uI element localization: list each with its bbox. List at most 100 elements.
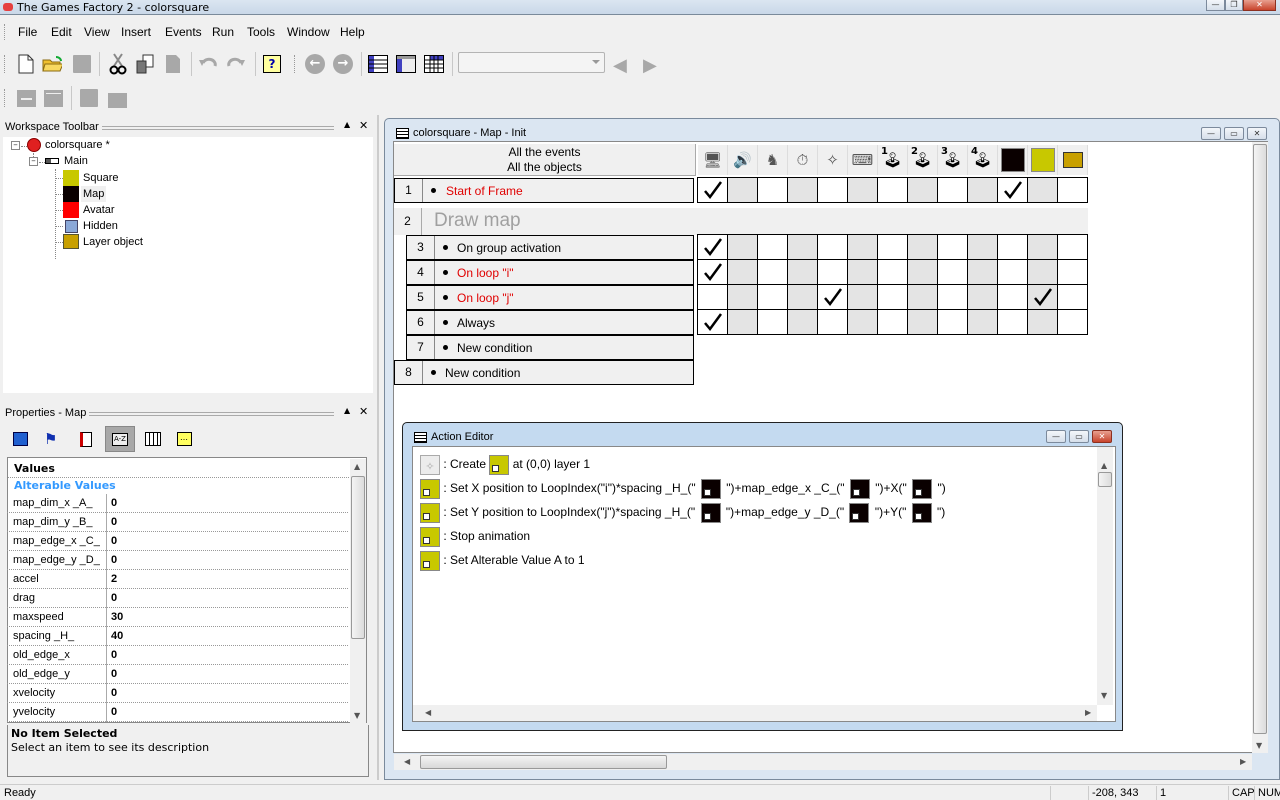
event-grid-cell[interactable] xyxy=(698,260,728,285)
menu-run[interactable]: Run xyxy=(212,25,234,39)
event-grid-cell[interactable] xyxy=(1058,178,1088,203)
player-3-icon[interactable]: 3 🕹 xyxy=(938,145,968,175)
event-grid-cell[interactable] xyxy=(878,310,908,335)
property-row[interactable]: drag 0 xyxy=(7,589,348,608)
cut-icon[interactable] xyxy=(108,53,128,75)
menu-file[interactable]: File xyxy=(18,25,37,39)
tree-item-frame[interactable]: Main xyxy=(64,153,88,169)
property-row[interactable]: yvelocity 0 xyxy=(7,703,348,722)
event-grid-cell[interactable] xyxy=(938,178,968,203)
event-grid-cell[interactable] xyxy=(968,178,998,203)
condition-text[interactable]: New condition xyxy=(445,366,520,380)
event-grid-cell[interactable] xyxy=(728,310,758,335)
runtime-options-tab[interactable] xyxy=(75,428,97,450)
action-row[interactable]: : Set Y position to LoopIndex("j")*spaci… xyxy=(420,501,945,523)
property-value[interactable]: 2 xyxy=(111,573,117,585)
group-row[interactable]: 2 Draw map xyxy=(394,208,1088,235)
property-value[interactable]: 0 xyxy=(111,592,117,604)
event-grid-cell[interactable] xyxy=(698,310,728,335)
event-row[interactable]: 6 Always xyxy=(406,310,694,335)
event-grid-cell[interactable] xyxy=(1058,235,1088,260)
event-grid-cell[interactable] xyxy=(758,260,788,285)
property-value[interactable]: 0 xyxy=(111,516,117,528)
mdi-close-button[interactable]: ✕ xyxy=(1247,127,1267,140)
event-editor-icon[interactable] xyxy=(424,54,444,74)
event-grid-cell[interactable] xyxy=(848,285,878,310)
paste-icon[interactable] xyxy=(163,54,183,74)
property-row[interactable]: old_edge_x 0 xyxy=(7,646,348,665)
back-icon[interactable]: ← xyxy=(305,54,325,74)
event-grid-cell[interactable] xyxy=(998,235,1028,260)
mdi-minimize-button[interactable]: — xyxy=(1201,127,1221,140)
redo-icon[interactable] xyxy=(226,54,246,74)
player-4-icon[interactable]: 4 🕹 xyxy=(968,145,998,175)
panel-splitter[interactable] xyxy=(377,115,379,780)
layer-object-icon[interactable] xyxy=(1058,145,1088,175)
action-row[interactable]: ✧ : Create at (0,0) layer 1 xyxy=(420,453,590,475)
event-list-icon[interactable] xyxy=(368,54,388,74)
panel-close-icon[interactable]: ✕ xyxy=(359,119,368,132)
new-file-icon[interactable] xyxy=(16,54,36,74)
event-grid-cell[interactable] xyxy=(1058,310,1088,335)
condition-text[interactable]: Start of Frame xyxy=(446,184,523,198)
event-row[interactable]: 4 On loop "i" xyxy=(406,260,694,285)
menu-tools[interactable]: Tools xyxy=(247,25,275,39)
property-row[interactable]: spacing _H_ 40 xyxy=(7,627,348,646)
toolbar-grip[interactable] xyxy=(4,55,7,73)
menu-help[interactable]: Help xyxy=(340,25,365,39)
sound-icon[interactable]: 🔊 xyxy=(728,145,758,175)
window-icon[interactable] xyxy=(43,88,63,108)
panel-collapse-icon[interactable]: ▲ xyxy=(344,406,350,415)
scroll-thumb[interactable] xyxy=(1098,472,1112,487)
create-new-objects-icon[interactable]: ✧ xyxy=(818,145,848,175)
event-grid-cell[interactable] xyxy=(938,285,968,310)
toolbar-grip[interactable] xyxy=(294,55,297,73)
nav-prev-icon[interactable]: ◀ xyxy=(613,55,627,76)
event-grid-cell[interactable] xyxy=(938,310,968,335)
menubar-grip[interactable] xyxy=(4,24,7,40)
scroll-down-icon[interactable]: ▼ xyxy=(1101,691,1107,700)
properties-scrollbar[interactable]: ▲ ▼ xyxy=(350,459,366,723)
menu-window[interactable]: Window xyxy=(287,25,330,39)
event-grid-cell[interactable] xyxy=(1058,260,1088,285)
event-grid-cell[interactable] xyxy=(1028,178,1058,203)
event-grid-cell[interactable] xyxy=(1028,260,1058,285)
copy-icon[interactable] xyxy=(135,54,155,74)
scroll-thumb[interactable] xyxy=(420,755,667,769)
condition-text[interactable]: Always xyxy=(457,316,495,330)
open-folder-icon[interactable] xyxy=(42,54,62,74)
property-row[interactable]: old_edge_y 0 xyxy=(7,665,348,684)
ae-restore-button[interactable]: ▭ xyxy=(1069,430,1089,443)
scroll-thumb[interactable] xyxy=(351,476,365,639)
event-grid-cell[interactable] xyxy=(788,178,818,203)
property-value[interactable]: 0 xyxy=(111,706,117,718)
event-grid-cell[interactable] xyxy=(698,235,728,260)
tree-item-object[interactable]: Hidden xyxy=(83,218,118,234)
mouse-keyboard-icon[interactable]: ⌨ xyxy=(848,145,878,175)
condition-text[interactable]: On group activation xyxy=(457,241,561,255)
action-row[interactable]: : Set X position to LoopIndex("i")*spaci… xyxy=(420,477,946,499)
action-row[interactable]: : Stop animation xyxy=(420,525,530,547)
menu-edit[interactable]: Edit xyxy=(51,25,72,39)
event-grid-cell[interactable] xyxy=(908,235,938,260)
property-row[interactable]: accel 2 xyxy=(7,570,348,589)
event-grid-cell[interactable] xyxy=(908,178,938,203)
event-grid-cell[interactable] xyxy=(938,260,968,285)
menu-insert[interactable]: Insert xyxy=(121,25,151,39)
event-grid-cell[interactable] xyxy=(728,235,758,260)
property-row[interactable]: xvelocity 0 xyxy=(7,684,348,703)
save-icon[interactable] xyxy=(72,54,92,74)
scroll-down-icon[interactable]: ▼ xyxy=(1256,741,1262,750)
event-editor-hscrollbar[interactable]: ◀ ▶ xyxy=(394,754,1252,770)
help-icon[interactable]: ? xyxy=(262,54,282,74)
property-value[interactable]: 0 xyxy=(111,687,117,699)
event-grid-cell[interactable] xyxy=(938,235,968,260)
scroll-thumb[interactable] xyxy=(1253,144,1267,734)
nav-next-icon[interactable]: ▶ xyxy=(643,55,657,76)
event-grid-cell[interactable] xyxy=(1058,285,1088,310)
event-grid-cell[interactable] xyxy=(758,285,788,310)
event-grid-cell[interactable] xyxy=(818,310,848,335)
property-row[interactable]: map_dim_y _B_ 0 xyxy=(7,513,348,532)
storyboard-controls-icon[interactable]: ♞ xyxy=(758,145,788,175)
property-value[interactable]: 0 xyxy=(111,497,117,509)
